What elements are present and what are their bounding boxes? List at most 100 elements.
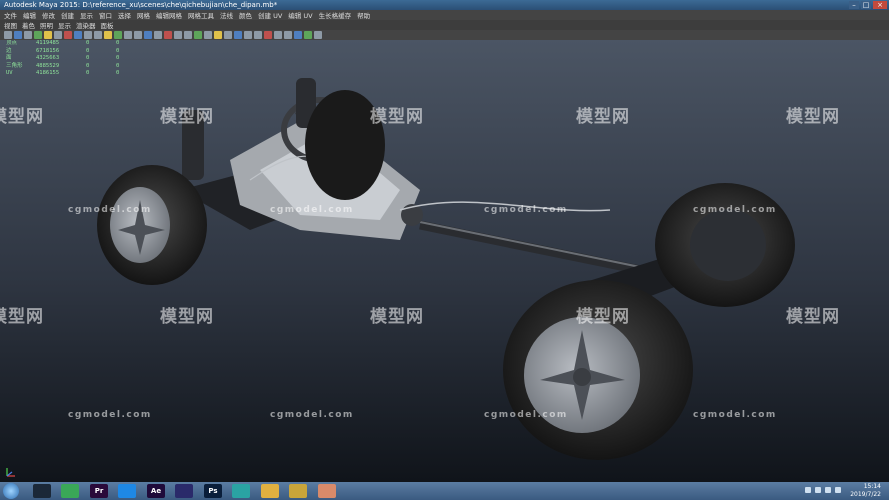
toolbar-tool-icon[interactable] xyxy=(304,31,312,39)
panel-menu-item[interactable]: 渲染器 xyxy=(76,20,96,30)
watermark-url: cgmodel.com xyxy=(693,205,777,215)
watermark-brand: 模型网 xyxy=(160,307,214,327)
taskbar-media-encoder-icon[interactable] xyxy=(175,484,193,498)
watermark-brand: 模型网 xyxy=(0,307,44,327)
toolbar-tool-icon[interactable] xyxy=(154,31,162,39)
toolbar-tool-icon[interactable] xyxy=(44,31,52,39)
menu-item[interactable]: 文件 xyxy=(4,10,17,20)
toolbar-tool-icon[interactable] xyxy=(264,31,272,39)
watermark-url: cgmodel.com xyxy=(68,410,152,420)
panel-menu-item[interactable]: 显示 xyxy=(58,20,71,30)
toolbar-tool-icon[interactable] xyxy=(124,31,132,39)
toolbar-tool-icon[interactable] xyxy=(54,31,62,39)
toolbar-tool-icon[interactable] xyxy=(214,31,222,39)
menu-item[interactable]: 编辑 UV xyxy=(288,10,312,20)
toolbar-tool-icon[interactable] xyxy=(274,31,282,39)
toolbar-tool-icon[interactable] xyxy=(104,31,112,39)
toolbar-tool-icon[interactable] xyxy=(84,31,92,39)
watermark-brand: 模型网 xyxy=(0,107,44,127)
panel-menu-item[interactable]: 视图 xyxy=(4,20,17,30)
toolbar-tool-icon[interactable] xyxy=(194,31,202,39)
panel-menu-item[interactable]: 着色 xyxy=(22,20,35,30)
taskbar-after-effects-icon[interactable]: Ae xyxy=(147,484,165,498)
menu-item[interactable]: 窗口 xyxy=(99,10,112,20)
menu-item[interactable]: 修改 xyxy=(42,10,55,20)
menu-item[interactable]: 生长格缓存 xyxy=(319,10,352,20)
toolbar-tool-icon[interactable] xyxy=(174,31,182,39)
toolbar-tool-icon[interactable] xyxy=(134,31,142,39)
maximize-button[interactable]: □ xyxy=(861,1,871,9)
watermark-brand: 模型网 xyxy=(786,107,840,127)
toolbar-tool-icon[interactable] xyxy=(234,31,242,39)
clock-time: 15:14 xyxy=(863,483,881,490)
minimize-button[interactable]: – xyxy=(849,1,859,9)
menu-item[interactable]: 帮助 xyxy=(357,10,370,20)
taskbar-foobar-icon[interactable] xyxy=(289,484,307,498)
menu-item[interactable]: 选择 xyxy=(118,10,131,20)
toolbar-tool-icon[interactable] xyxy=(114,31,122,39)
title-bar: Autodesk Maya 2015: D:\reference_xu\scen… xyxy=(0,0,889,10)
menu-item[interactable]: 网格 xyxy=(137,10,150,20)
window-controls: – □ × xyxy=(849,0,887,9)
viewport-toolbar xyxy=(0,30,889,40)
toolbar-tool-icon[interactable] xyxy=(94,31,102,39)
taskbar-photoshop-icon[interactable]: Ps xyxy=(204,484,222,498)
panel-menu-bar: 视图 着色 照明 显示 渲染器 面板 xyxy=(0,20,889,30)
main-menu-bar: 文件 编辑 修改 创建 显示 窗口 选择 网格 编辑网格 网格工具 法线 颜色 创建 UV 编辑 UV 生长… xyxy=(0,10,889,20)
taskbar-qq-icon[interactable] xyxy=(118,484,136,498)
toolbar-tool-icon[interactable] xyxy=(164,31,172,39)
taskbar-chrome-icon[interactable] xyxy=(61,484,79,498)
menu-item[interactable]: 创建 xyxy=(61,10,74,20)
menu-item[interactable]: 网格工具 xyxy=(188,10,214,20)
axis-gizmo-icon xyxy=(6,468,15,477)
toolbar-tool-icon[interactable] xyxy=(34,31,42,39)
watermark-url: cgmodel.com xyxy=(484,410,568,420)
toolbar-tool-icon[interactable] xyxy=(74,31,82,39)
watermark-url: cgmodel.com xyxy=(68,205,152,215)
system-tray[interactable] xyxy=(805,487,841,493)
toolbar-tool-icon[interactable] xyxy=(284,31,292,39)
menu-item[interactable]: 颜色 xyxy=(239,10,252,20)
taskbar-explorer-icon[interactable] xyxy=(261,484,279,498)
toolbar-tool-icon[interactable] xyxy=(244,31,252,39)
panel-menu-item[interactable]: 照明 xyxy=(40,20,53,30)
watermark-url: cgmodel.com xyxy=(270,410,354,420)
taskbar-maya-icon[interactable] xyxy=(232,484,250,498)
menu-item[interactable]: 显示 xyxy=(80,10,93,20)
watermark-brand: 模型网 xyxy=(370,107,424,127)
panel-menu-item[interactable]: 面板 xyxy=(101,20,114,30)
toolbar-tool-icon[interactable] xyxy=(314,31,322,39)
start-button[interactable] xyxy=(3,483,19,499)
clock-date: 2019/7/22 xyxy=(850,491,881,498)
clock[interactable]: 15:14 2019/7/22 xyxy=(850,483,881,499)
taskbar-steam-icon[interactable] xyxy=(33,484,51,498)
close-button[interactable]: × xyxy=(873,1,887,9)
taskbar-premiere-icon[interactable]: Pr xyxy=(90,484,108,498)
menu-item[interactable]: 创建 UV xyxy=(258,10,282,20)
watermark-brand: 模型网 xyxy=(370,307,424,327)
watermark-brand: 模型网 xyxy=(576,107,630,127)
menu-item[interactable]: 编辑 xyxy=(23,10,36,20)
toolbar-tool-icon[interactable] xyxy=(4,31,12,39)
toolbar-tool-icon[interactable] xyxy=(184,31,192,39)
menu-item[interactable]: 法线 xyxy=(220,10,233,20)
toolbar-tool-icon[interactable] xyxy=(204,31,212,39)
3d-viewport[interactable]: 顶点 4119485 0 0 边 6718156 0 0 面 4325663 0 0 三角形 488552… xyxy=(0,40,889,482)
watermark-url: cgmodel.com xyxy=(484,205,568,215)
watermark-brand: 模型网 xyxy=(576,307,630,327)
windows-taskbar: Pr Ae Ps 15:14 2019/7/22 xyxy=(0,482,889,500)
taskbar-user-app-icon[interactable] xyxy=(318,484,336,498)
watermark-url: cgmodel.com xyxy=(270,205,354,215)
menu-item[interactable]: 编辑网格 xyxy=(156,10,182,20)
toolbar-tool-icon[interactable] xyxy=(254,31,262,39)
watermark-brand: 模型网 xyxy=(786,307,840,327)
toolbar-tool-icon[interactable] xyxy=(224,31,232,39)
toolbar-tool-icon[interactable] xyxy=(294,31,302,39)
window-title: Autodesk Maya 2015: D:\reference_xu\scen… xyxy=(4,1,278,9)
watermark-brand: 模型网 xyxy=(160,107,214,127)
toolbar-tool-icon[interactable] xyxy=(64,31,72,39)
toolbar-tool-icon[interactable] xyxy=(14,31,22,39)
toolbar-tool-icon[interactable] xyxy=(24,31,32,39)
watermark-url: cgmodel.com xyxy=(693,410,777,420)
toolbar-tool-icon[interactable] xyxy=(144,31,152,39)
